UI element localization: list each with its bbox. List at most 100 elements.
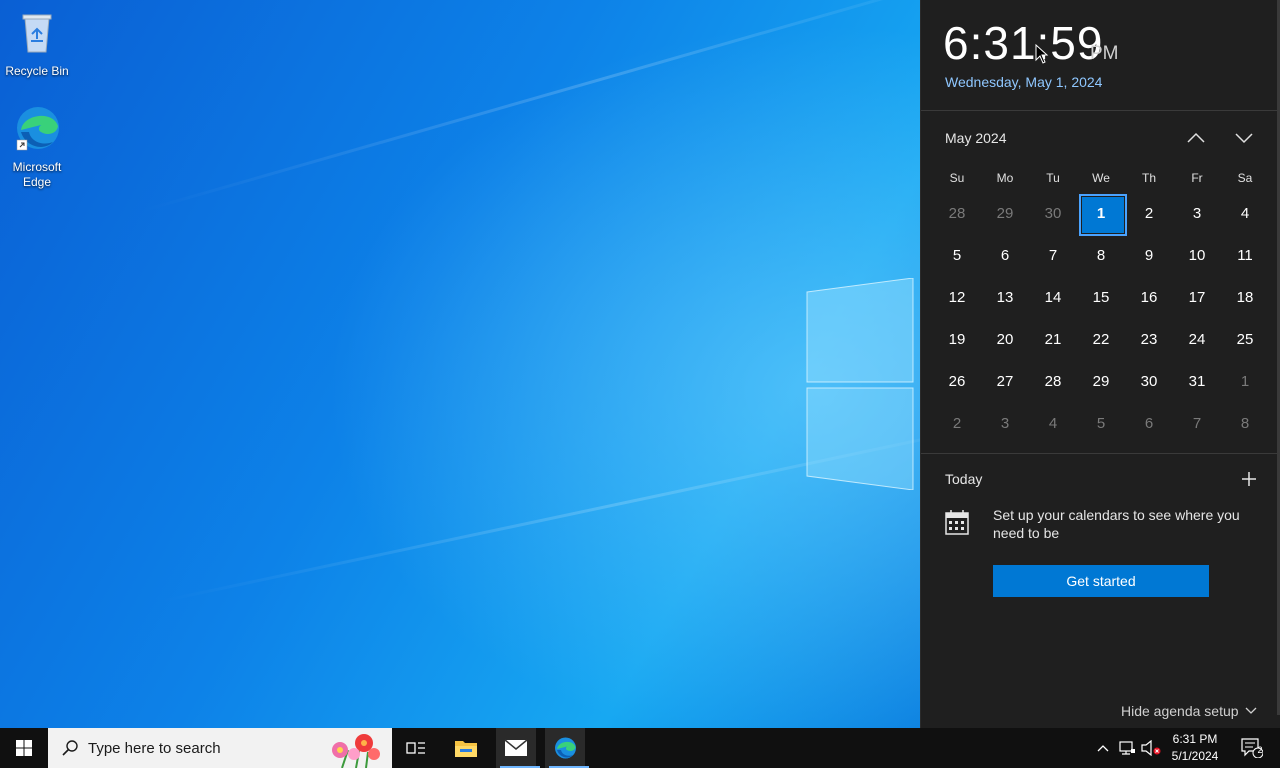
calendar-day[interactable]: 16 — [1125, 276, 1173, 318]
calendar-day[interactable]: 7 — [1029, 234, 1077, 276]
start-button[interactable] — [0, 728, 48, 768]
calendar-day-number: 28 — [948, 204, 966, 222]
calendar-day[interactable]: 21 — [1029, 318, 1077, 360]
agenda-today-label: Today — [945, 471, 983, 487]
calendar-day[interactable]: 2 — [933, 402, 981, 444]
calendar-month-label[interactable]: May 2024 — [945, 130, 1006, 146]
folder-icon — [455, 741, 477, 757]
edge-icon — [16, 107, 59, 151]
taskbar-time: 6:31 PM — [1172, 732, 1218, 746]
calendar-day[interactable]: 5 — [1077, 402, 1125, 444]
calendar-day[interactable]: 12 — [933, 276, 981, 318]
calendar-day[interactable]: 31 — [1173, 360, 1221, 402]
volume-button[interactable] — [1140, 728, 1162, 768]
calendar-day[interactable]: 18 — [1221, 276, 1269, 318]
calendar-day-number: 1 — [1240, 372, 1250, 390]
mail-button[interactable] — [496, 728, 540, 768]
calendar-day[interactable]: 3 — [1173, 192, 1221, 234]
calendar-day[interactable]: 20 — [981, 318, 1029, 360]
calendar-day-number: 16 — [1140, 288, 1158, 306]
taskbar-search-box[interactable]: Type here to search — [48, 728, 392, 768]
calendar-day[interactable]: 30 — [1029, 192, 1077, 234]
calendar-day[interactable]: 29 — [1077, 360, 1125, 402]
calendar-day[interactable]: 23 — [1125, 318, 1173, 360]
calendar-day[interactable]: 28 — [933, 192, 981, 234]
calendar-day[interactable]: 1 — [1221, 360, 1269, 402]
calendar-day[interactable]: 8 — [1077, 234, 1125, 276]
calendar-day[interactable]: 30 — [1125, 360, 1173, 402]
show-hidden-icons-button[interactable] — [1093, 728, 1113, 768]
calendar-day[interactable]: 19 — [933, 318, 981, 360]
calendar-day-number: 5 — [1096, 414, 1106, 432]
taskbar-clock[interactable]: 6:31 PM 5/1/2024 — [1164, 731, 1226, 765]
action-center-button[interactable]: 2 — [1232, 728, 1272, 768]
hide-agenda-setup-button[interactable]: Hide agenda setup — [1121, 703, 1257, 719]
calendar-day[interactable]: 5 — [933, 234, 981, 276]
search-placeholder: Type here to search — [88, 739, 221, 757]
microsoft-edge-label: Microsoft Edge — [12, 160, 62, 189]
calendar-day[interactable]: 24 — [1173, 318, 1221, 360]
calendar-day[interactable]: 10 — [1173, 234, 1221, 276]
calendar-day[interactable]: 25 — [1221, 318, 1269, 360]
calendar-day[interactable]: 14 — [1029, 276, 1077, 318]
calendar-day[interactable]: 3 — [981, 402, 1029, 444]
calendar-day-number: 31 — [1188, 372, 1206, 390]
calendar-day[interactable]: 4 — [1029, 402, 1077, 444]
calendar-day[interactable]: 29 — [981, 192, 1029, 234]
calendar-day-number: 24 — [1188, 330, 1206, 348]
calendar-day-number: 5 — [952, 246, 962, 264]
calendar-day-number: 20 — [996, 330, 1014, 348]
plus-icon — [1242, 472, 1256, 486]
previous-month-button[interactable] — [1181, 124, 1211, 152]
calendar-day-number: 2 — [1144, 204, 1154, 222]
agenda-setup-message: Set up your calendars to see where you n… — [993, 507, 1240, 541]
calendar-day-today[interactable]: 1 — [1077, 192, 1127, 236]
flyout-long-date-link[interactable]: Wednesday, May 1, 2024 — [945, 74, 1102, 90]
calendar-day-number: 30 — [1044, 204, 1062, 222]
recycle-bin-label: Recycle Bin — [5, 64, 69, 78]
calendar-day[interactable]: 4 — [1221, 192, 1269, 234]
calendar-day[interactable]: 8 — [1221, 402, 1269, 444]
flyout-clock-ampm: PM — [1090, 43, 1119, 64]
calendar-day[interactable]: 17 — [1173, 276, 1221, 318]
chevron-up-icon — [1187, 132, 1205, 143]
file-explorer-button[interactable] — [446, 728, 486, 768]
weekday-label: Fr — [1191, 171, 1203, 185]
network-button[interactable] — [1116, 728, 1138, 768]
calendar-day[interactable]: 28 — [1029, 360, 1077, 402]
calendar-day-number: 25 — [1236, 330, 1254, 348]
calendar-day-number: 22 — [1092, 330, 1110, 348]
calendar-day-number: 10 — [1188, 246, 1206, 264]
calendar-day[interactable]: 13 — [981, 276, 1029, 318]
edge-taskbar-button[interactable] — [545, 728, 589, 768]
calendar-day-number: 27 — [996, 372, 1014, 390]
recycle-bin-shortcut[interactable]: Recycle Bin — [1, 8, 73, 79]
calendar-day[interactable]: 2 — [1125, 192, 1173, 234]
calendar-day[interactable]: 27 — [981, 360, 1029, 402]
calendar-day-number: 14 — [1044, 288, 1062, 306]
microsoft-edge-shortcut[interactable]: Microsoft Edge — [1, 104, 73, 190]
calendar-day-number: 26 — [948, 372, 966, 390]
calendar-day[interactable]: 9 — [1125, 234, 1173, 276]
calendar-day[interactable]: 26 — [933, 360, 981, 402]
calendar-day[interactable]: 22 — [1077, 318, 1125, 360]
clock-calendar-flyout: 6:31:59 PM Wednesday, May 1, 2024 May 20… — [920, 0, 1280, 728]
calendar-day[interactable]: 6 — [1125, 402, 1173, 444]
calendar-day[interactable]: 6 — [981, 234, 1029, 276]
calendar-day[interactable]: 11 — [1221, 234, 1269, 276]
calendar-day-number: 18 — [1236, 288, 1254, 306]
next-month-button[interactable] — [1229, 124, 1259, 152]
calendar-day-number: 8 — [1096, 246, 1106, 264]
add-event-button[interactable] — [1237, 467, 1261, 491]
weekday-label: Su — [949, 171, 965, 185]
calendar-day-number: 23 — [1140, 330, 1158, 348]
calendar-day-number: 4 — [1048, 414, 1058, 432]
calendar-day-number: 9 — [1144, 246, 1154, 264]
calendar-day-number: 6 — [1000, 246, 1010, 264]
calendar-day[interactable]: 15 — [1077, 276, 1125, 318]
get-started-button[interactable]: Get started — [993, 565, 1209, 597]
calendar-day-number: 3 — [1192, 204, 1202, 222]
calendar-day[interactable]: 7 — [1173, 402, 1221, 444]
calendar-day-number: 15 — [1092, 288, 1110, 306]
task-view-button[interactable] — [396, 728, 436, 768]
